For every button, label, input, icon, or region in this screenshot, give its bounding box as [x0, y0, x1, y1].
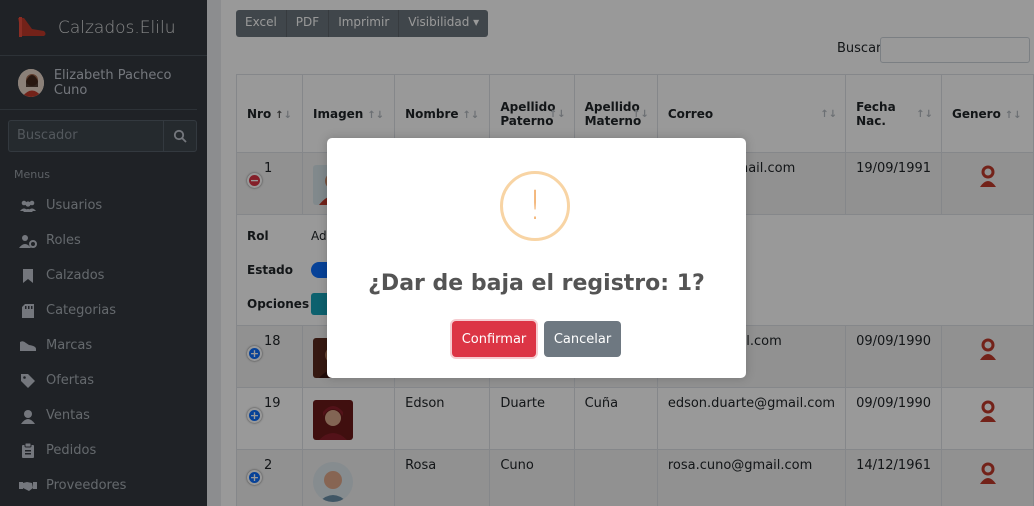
warning-icon: ! [500, 171, 570, 241]
cancel-button[interactable]: Cancelar [544, 321, 621, 357]
warning-mark: ! [526, 183, 544, 229]
confirm-button[interactable]: Confirmar [452, 321, 536, 357]
dialog-title: ¿Dar de baja el registro: 1? [368, 271, 705, 296]
confirm-dialog: ! ¿Dar de baja el registro: 1? Confirmar… [327, 138, 746, 378]
